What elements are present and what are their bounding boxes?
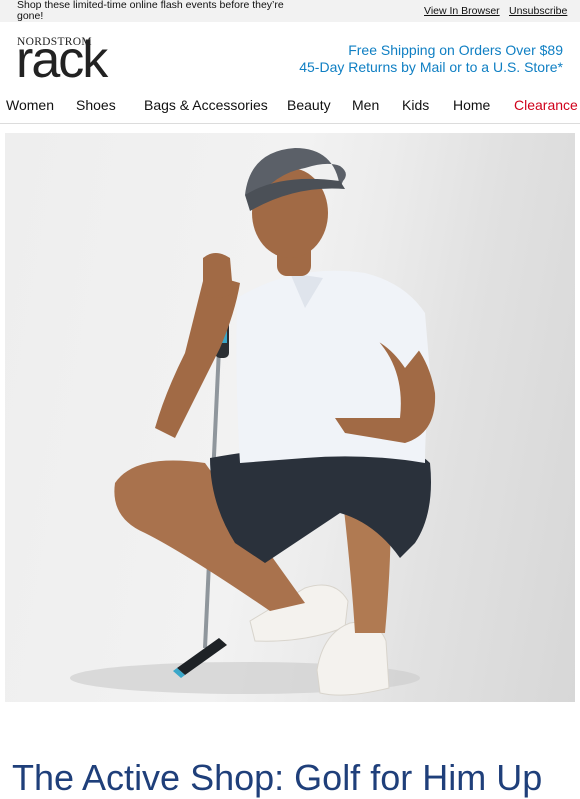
nordstrom-rack-logo[interactable]: NORDSTROM rack — [16, 31, 116, 89]
main-nav: Women Shoes Bags & Accessories Beauty Me… — [0, 95, 580, 124]
nav-item-home[interactable]: Home — [453, 97, 490, 113]
nav-item-bags-accessories[interactable]: Bags & Accessories — [144, 97, 268, 113]
unsubscribe-link[interactable]: Unsubscribe — [509, 5, 567, 17]
nav-item-clearance[interactable]: Clearance — [514, 97, 578, 113]
golfer-illustration — [70, 148, 436, 696]
returns-promo[interactable]: 45-Day Returns by Mail or to a U.S. Stor… — [299, 59, 563, 75]
nav-item-beauty[interactable]: Beauty — [287, 97, 331, 113]
logo-brand-main: rack — [16, 31, 108, 89]
nav-item-kids[interactable]: Kids — [402, 97, 429, 113]
nav-item-women[interactable]: Women — [6, 97, 54, 113]
page-headline: The Active Shop: Golf for Him Up — [12, 757, 543, 798]
nav-item-men[interactable]: Men — [352, 97, 379, 113]
preheader-bar: Shop these limited-time online flash eve… — [0, 0, 580, 22]
preheader-message: Shop these limited-time online flash eve… — [17, 0, 284, 22]
nav-item-shoes[interactable]: Shoes — [76, 97, 116, 113]
hero-image-golfer[interactable] — [5, 133, 575, 702]
free-shipping-promo[interactable]: Free Shipping on Orders Over $89 — [348, 42, 563, 58]
view-in-browser-link[interactable]: View In Browser — [424, 5, 500, 17]
